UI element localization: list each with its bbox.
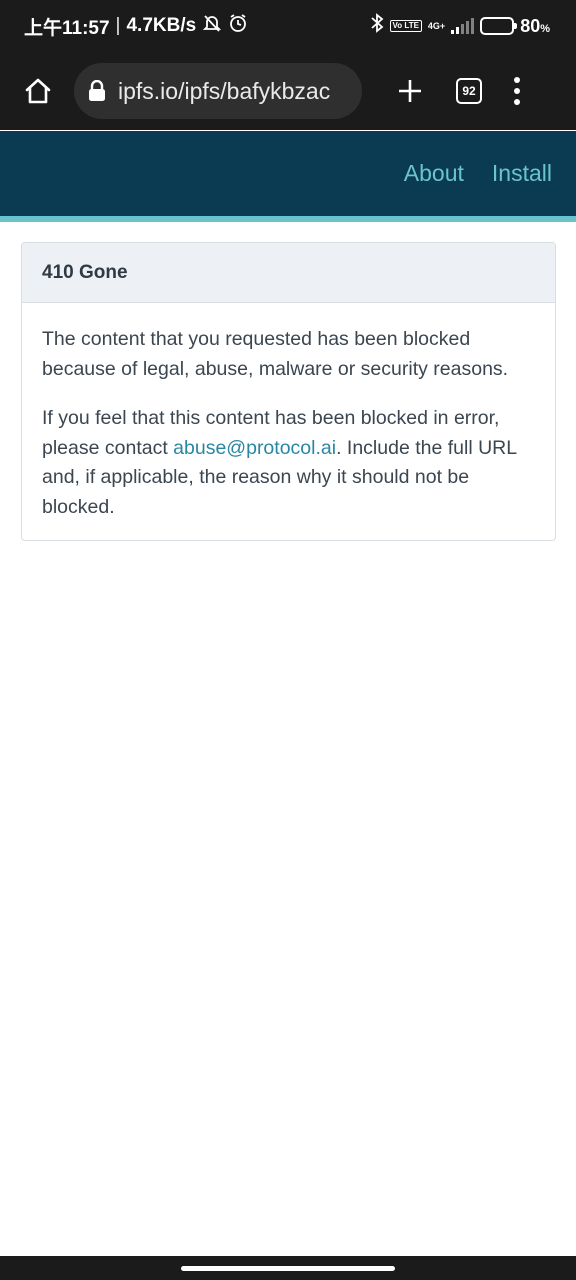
site-header: About Install [0, 131, 576, 216]
battery-unit: % [540, 22, 550, 35]
new-tab-button[interactable] [392, 73, 428, 109]
lock-icon [89, 80, 105, 101]
battery-value: 80 [520, 15, 541, 36]
volte-badge: Vo LTE [389, 20, 422, 32]
browser-toolbar: ipfs.io/ipfs/bafykbzac 92 [0, 52, 576, 130]
battery-percent: 80% [520, 16, 550, 37]
status-separator: | [115, 15, 121, 36]
url-text: ipfs.io/ipfs/bafykbzac [118, 77, 331, 104]
home-button[interactable] [20, 73, 56, 109]
bluetooth-icon [370, 13, 384, 39]
header-accent-bar [0, 216, 576, 222]
error-card: 410 Gone The content that you requested … [21, 242, 556, 541]
address-bar[interactable]: ipfs.io/ipfs/bafykbzac [74, 63, 362, 119]
network-type: 4G+ [427, 21, 446, 31]
plus-icon [399, 80, 421, 102]
tabs-icon[interactable]: 92 [456, 78, 482, 104]
status-bar: 上午11:57 | 4.7KB/s Vo LTE 4G+ 80% [0, 0, 576, 52]
alarm-icon [228, 13, 248, 39]
gesture-nav-bar [0, 1256, 576, 1280]
nav-about-link[interactable]: About [404, 160, 464, 187]
error-contact-message: If you feel that this content has been b… [42, 404, 535, 522]
error-body: The content that you requested has been … [22, 303, 555, 522]
home-icon [25, 78, 51, 104]
status-left: 上午11:57 | 4.7KB/s [24, 13, 248, 40]
network-speed: 4.7KB/s [126, 15, 197, 36]
mute-bell-icon [202, 13, 222, 39]
contact-email-link[interactable]: abuse@protocol.ai [173, 437, 336, 459]
home-gesture-handle[interactable] [181, 1265, 395, 1271]
overflow-menu-icon[interactable] [512, 77, 522, 105]
tab-count: 92 [462, 84, 476, 98]
battery-icon [480, 17, 518, 35]
status-right: Vo LTE 4G+ 80% [370, 13, 550, 39]
error-title: 410 Gone [22, 243, 555, 303]
error-message: The content that you requested has been … [42, 328, 509, 380]
nav-install-link[interactable]: Install [492, 160, 552, 187]
clock: 上午11:57 [24, 17, 110, 39]
signal-icon [451, 18, 475, 34]
